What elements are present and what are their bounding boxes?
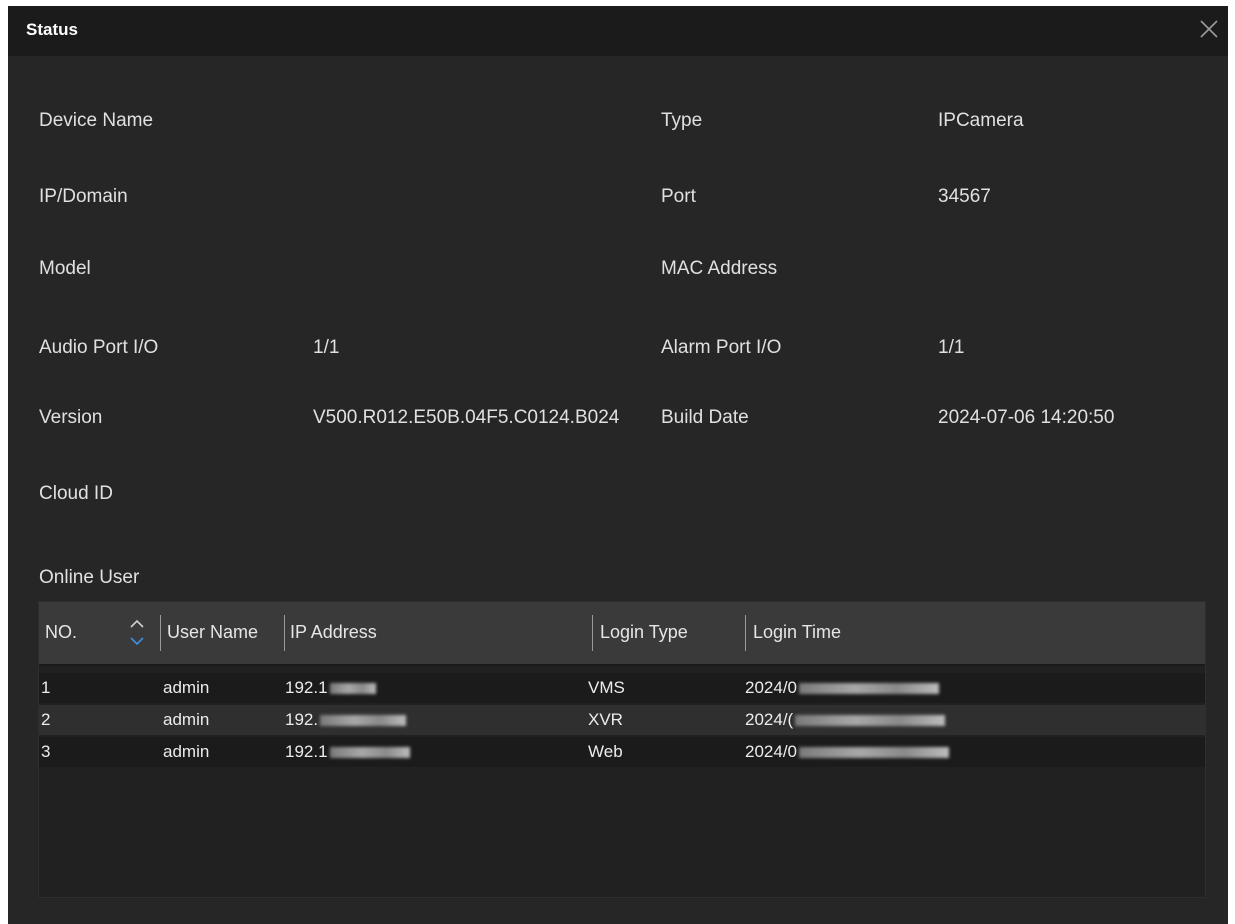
redaction-blur: [329, 683, 376, 695]
cloud-id-label: Cloud ID: [39, 483, 113, 504]
model-label: Model: [39, 258, 91, 279]
type-value: IPCamera: [938, 110, 1024, 131]
redaction-blur: [329, 747, 410, 759]
cell-user-name: admin: [163, 710, 210, 729]
ip-domain-label: IP/Domain: [39, 186, 128, 207]
column-header-no[interactable]: NO.: [45, 622, 77, 643]
column-header-user-name[interactable]: User Name: [167, 622, 258, 643]
cell-no: 3: [41, 742, 51, 761]
status-dialog: Status Device Name Type IPCamera IP/Doma…: [8, 6, 1228, 924]
version-value: V500.R012.E50B.04F5.C0124.B024: [313, 407, 620, 428]
cell-login-type: Web: [588, 742, 623, 761]
redaction-blur: [799, 747, 949, 759]
cell-login-time: 2024/(: [745, 710, 946, 730]
port-label: Port: [661, 186, 696, 207]
column-header-login-type[interactable]: Login Type: [600, 622, 688, 643]
redaction-blur: [799, 683, 939, 695]
redaction-blur: [795, 715, 946, 727]
table-row[interactable]: 1 admin 192.1 VMS 2024/0: [39, 673, 1205, 703]
build-date-value: 2024-07-06 14:20:50: [938, 407, 1115, 428]
audio-port-label: Audio Port I/O: [39, 337, 159, 358]
cell-login-time: 2024/0: [745, 742, 949, 762]
alarm-port-label: Alarm Port I/O: [661, 337, 782, 358]
port-value: 34567: [938, 186, 991, 207]
cell-ip-address: 192.: [285, 710, 407, 730]
column-separator[interactable]: [284, 615, 285, 651]
cell-login-type: VMS: [588, 678, 625, 697]
cell-login-type: XVR: [588, 710, 623, 729]
table-header: NO. User Name IP Address Login Type Logi…: [39, 602, 1205, 666]
online-user-table: NO. User Name IP Address Login Type Logi…: [38, 601, 1206, 898]
version-label: Version: [39, 407, 103, 428]
cell-ip-address: 192.1: [285, 742, 410, 762]
close-icon[interactable]: [1196, 16, 1222, 42]
device-name-label: Device Name: [39, 110, 154, 131]
redaction-blur: [320, 715, 407, 727]
audio-port-value: 1/1: [313, 337, 340, 358]
cell-ip-address: 192.1: [285, 678, 376, 698]
sort-up-down-icon[interactable]: [129, 616, 145, 650]
alarm-port-value: 1/1: [938, 337, 965, 358]
column-separator[interactable]: [592, 615, 593, 651]
type-label: Type: [661, 110, 703, 131]
dialog-title: Status: [26, 20, 78, 39]
column-separator[interactable]: [160, 615, 161, 651]
build-date-label: Build Date: [661, 407, 749, 428]
table-row[interactable]: 3 admin 192.1 Web 2024/0: [39, 737, 1205, 767]
title-bar: Status: [8, 6, 1228, 56]
cell-user-name: admin: [163, 678, 210, 697]
column-header-login-time[interactable]: Login Time: [753, 622, 841, 643]
column-header-ip-address[interactable]: IP Address: [290, 622, 377, 643]
mac-address-label: MAC Address: [661, 258, 778, 279]
column-separator[interactable]: [745, 615, 746, 651]
cell-no: 1: [41, 678, 51, 697]
cell-login-time: 2024/0: [745, 678, 939, 698]
cell-no: 2: [41, 710, 51, 729]
cell-user-name: admin: [163, 742, 210, 761]
table-row[interactable]: 2 admin 192. XVR 2024/(: [39, 705, 1205, 735]
online-user-label: Online User: [39, 567, 140, 588]
